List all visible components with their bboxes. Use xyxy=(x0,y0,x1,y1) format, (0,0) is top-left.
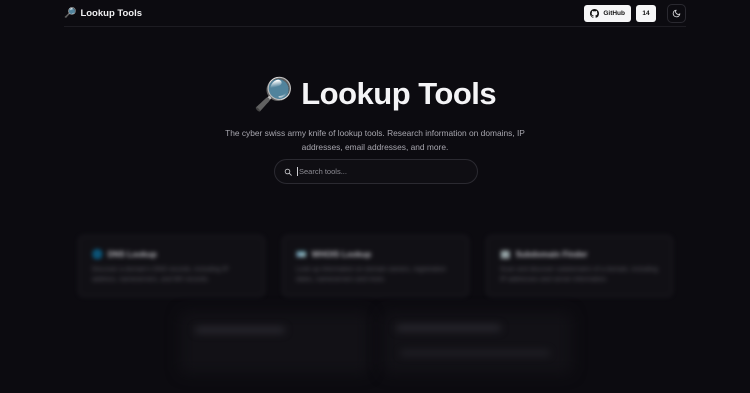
github-label: GitHub xyxy=(603,9,625,17)
tool-description: Look up information on domain owners, re… xyxy=(296,266,446,283)
page-title: 🔎 Lookup Tools xyxy=(253,75,497,113)
moon-icon xyxy=(672,9,681,17)
placeholder-line xyxy=(396,325,501,331)
header-actions: GitHub 14 xyxy=(584,3,686,23)
tool-name: DNS Lookup xyxy=(107,250,157,259)
page-subtitle: The cyber swiss army knife of lookup too… xyxy=(225,128,525,152)
brand-name: Lookup Tools xyxy=(80,7,143,19)
tool-card-title: 🏢 Subdomain Finder xyxy=(500,249,659,260)
tool-card-placeholder xyxy=(382,312,572,374)
building-icon: 🏢 xyxy=(500,249,511,259)
globe-icon: 🌐 xyxy=(92,249,103,259)
github-button[interactable]: GitHub xyxy=(584,4,631,22)
theme-toggle-button[interactable] xyxy=(667,3,686,23)
brand-link[interactable]: 🔎 Lookup Tools xyxy=(64,8,142,19)
tool-card-title: 🌐 DNS Lookup xyxy=(92,249,251,260)
tool-name: WHOIS Lookup xyxy=(311,250,372,259)
tool-card-title: 🪪 WHOIS Lookup xyxy=(296,249,455,260)
tool-description: Scan and discover subdomains of a domain… xyxy=(500,266,658,283)
tool-card-dns[interactable]: 🌐 DNS Lookup Discover a domain's DNS rec… xyxy=(78,235,265,297)
search-box[interactable] xyxy=(274,159,478,184)
github-icon xyxy=(590,8,600,18)
tool-name: Subdomain Finder xyxy=(515,250,588,259)
placeholder-line xyxy=(195,327,285,333)
hero-section: 🔎 Lookup Tools The cyber swiss army knif… xyxy=(0,75,750,154)
tool-description: Discover a domain's DNS records, includi… xyxy=(92,266,229,283)
id-card-icon: 🪪 xyxy=(296,249,307,259)
tool-card-subdomain[interactable]: 🏢 Subdomain Finder Scan and discover sub… xyxy=(486,235,673,297)
page-title-text: Lookup Tools xyxy=(301,76,497,111)
magnifier-icon: 🔎 xyxy=(64,7,77,19)
tool-card-whois[interactable]: 🪪 WHOIS Lookup Look up information on do… xyxy=(282,235,469,297)
placeholder-line xyxy=(400,350,550,356)
tool-card-placeholder xyxy=(180,312,370,374)
magnifier-icon: 🔎 xyxy=(253,76,294,112)
top-nav: 🔎 Lookup Tools GitHub 14 xyxy=(64,0,686,27)
search-icon xyxy=(284,168,292,176)
search-input[interactable] xyxy=(297,167,467,176)
star-count-badge[interactable]: 14 xyxy=(636,4,656,22)
